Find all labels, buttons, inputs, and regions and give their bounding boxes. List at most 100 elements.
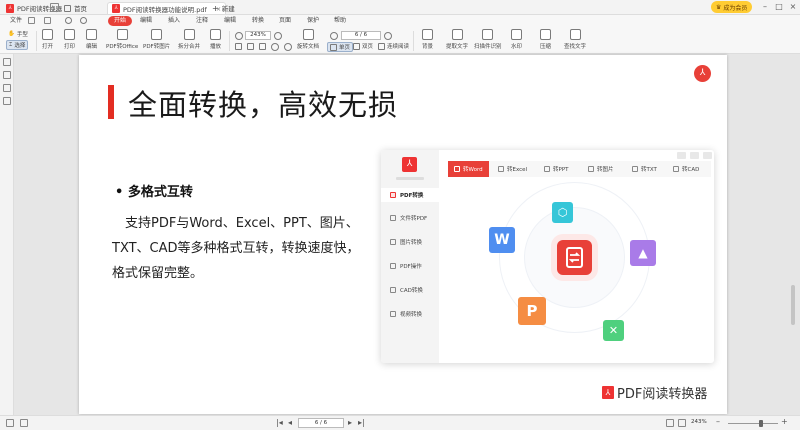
slide-title: 全面转换，高效无损 xyxy=(128,88,399,122)
page-field[interactable]: 6 / 6 xyxy=(341,31,381,40)
zoom-in-icon[interactable] xyxy=(274,32,282,40)
fit-page-icon[interactable] xyxy=(678,419,686,427)
menu-protect[interactable]: 保护 xyxy=(303,16,323,26)
zoom-out-icon[interactable]: – xyxy=(716,417,720,426)
minimize-icon[interactable]: – xyxy=(759,2,771,11)
menu-convert[interactable]: 转换 xyxy=(248,16,268,26)
rotate-right-icon[interactable] xyxy=(284,43,292,51)
tab-document-label: PDF阅读转换器功能说明.pdf xyxy=(123,5,207,14)
double-page-button[interactable]: 双页 xyxy=(353,42,373,50)
app-side-label: PDF操作 xyxy=(400,264,422,270)
menu-start[interactable]: 开始 xyxy=(108,16,133,26)
edit-label: 编辑 xyxy=(86,44,98,50)
maximize-icon[interactable]: □ xyxy=(773,2,785,11)
actual-size-icon[interactable] xyxy=(259,43,266,50)
pdf-to-office-button[interactable]: PDF转Office xyxy=(106,29,138,50)
app-side-item-cad: CAD转换 xyxy=(381,283,439,297)
play-button[interactable]: 播放 xyxy=(210,29,221,50)
thumbnails-icon[interactable] xyxy=(3,58,11,66)
scan-recognize-label: 扫描件识别 xyxy=(474,44,502,50)
zoom-out-icon[interactable] xyxy=(235,32,243,40)
word-icon: W xyxy=(489,227,515,253)
hand-tool[interactable]: ✋ 手型 xyxy=(8,30,28,38)
annotations-icon[interactable] xyxy=(3,84,11,92)
menu-page[interactable]: 页面 xyxy=(275,16,295,26)
vip-button[interactable]: ♛ 成为会员 xyxy=(711,1,753,13)
zoom-field[interactable]: 243% xyxy=(245,31,271,40)
search-panel-icon[interactable] xyxy=(3,97,11,105)
app-tab-label: 转CAD xyxy=(682,167,700,173)
edit-icon xyxy=(86,29,97,40)
single-page-button[interactable]: 单页 xyxy=(327,42,354,52)
zoom-slider[interactable] xyxy=(728,423,778,424)
app-side-label: 文件转PDF xyxy=(400,216,428,222)
vip-label: 成为会员 xyxy=(723,4,748,12)
app-side-label: PDF转换 xyxy=(400,193,424,199)
tools-icon xyxy=(390,263,396,269)
zoom-in-icon[interactable]: + xyxy=(781,417,788,426)
next-page-icon[interactable]: ▸ xyxy=(348,418,352,427)
print-icon[interactable] xyxy=(44,17,51,24)
page-indicator[interactable]: 6 / 6 xyxy=(298,418,344,428)
app-minimize-icon xyxy=(677,152,686,159)
rotate-left-icon[interactable] xyxy=(271,43,279,51)
app-preview-tabs: 转Word 转Excel 转PPT 转图片 转TXT 转CAD xyxy=(448,161,711,177)
app-side-item-file-to-pdf: 文件转PDF xyxy=(381,211,439,225)
menu-edit-2[interactable]: 编辑 xyxy=(220,16,240,26)
vertical-scrollbar[interactable] xyxy=(788,55,798,415)
menu-help[interactable]: 帮助 xyxy=(330,16,350,26)
continuous-button[interactable]: 连续阅读 xyxy=(378,42,409,50)
fit-width-icon[interactable] xyxy=(666,419,674,427)
tab-new[interactable]: + 新建 xyxy=(208,2,239,14)
scan-recognize-button[interactable]: 扫描件识别 xyxy=(474,29,502,50)
menu-annotate[interactable]: 注释 xyxy=(192,16,212,26)
background-label: 背景 xyxy=(422,44,434,50)
select-tool[interactable]: ⌶ 选择 xyxy=(6,40,29,50)
redo-icon[interactable] xyxy=(80,17,87,24)
save-icon[interactable] xyxy=(50,3,59,12)
fit-width-icon[interactable] xyxy=(247,43,254,50)
background-button[interactable]: 背景 xyxy=(422,29,433,50)
menu-insert[interactable]: 插入 xyxy=(164,16,184,26)
print-button[interactable]: 打印 xyxy=(64,29,75,50)
last-page-icon[interactable] xyxy=(384,32,392,40)
play-icon xyxy=(210,29,221,40)
zoom-slider-knob[interactable] xyxy=(759,420,763,427)
compress-button[interactable]: 压缩 xyxy=(540,29,551,50)
undo-icon[interactable] xyxy=(65,17,72,24)
bookmarks-icon[interactable] xyxy=(3,71,11,79)
image-icon xyxy=(588,166,594,172)
split-merge-button[interactable]: 拆分合并 xyxy=(178,29,200,50)
prev-page-icon[interactable]: ◂ xyxy=(288,418,292,427)
find-text-button[interactable]: 查找文字 xyxy=(564,29,586,50)
open-icon xyxy=(42,29,53,40)
compress-icon xyxy=(540,29,551,40)
search-icon xyxy=(569,29,581,40)
first-page-icon[interactable]: |◂ xyxy=(276,418,283,427)
double-page-icon xyxy=(353,42,360,50)
save-icon[interactable] xyxy=(28,17,35,24)
tab-home[interactable]: 首页 xyxy=(60,2,91,14)
cad-icon xyxy=(673,166,679,172)
compress-label: 压缩 xyxy=(540,44,552,50)
rotate-document-button[interactable]: 旋转文档 xyxy=(297,29,319,50)
pdf-to-image-button[interactable]: PDF转图片 xyxy=(143,29,170,50)
split-merge-icon xyxy=(183,29,195,40)
sidebar-toggle-icon[interactable] xyxy=(6,419,14,427)
close-window-icon[interactable]: × xyxy=(787,2,799,11)
menu-edit[interactable]: 编辑 xyxy=(136,16,156,26)
fit-page-icon[interactable] xyxy=(235,43,242,50)
page-layout-icon[interactable] xyxy=(20,419,28,427)
app-tab-label: 转图片 xyxy=(597,167,614,173)
app-side-item-image: 图片转换 xyxy=(381,235,439,249)
open-button[interactable]: 打开 xyxy=(42,29,53,50)
app-tab-label: 转TXT xyxy=(641,167,657,173)
watermark-button[interactable]: 水印 xyxy=(511,29,522,50)
extract-text-button[interactable]: 提取文字 xyxy=(446,29,468,50)
first-page-icon[interactable] xyxy=(330,32,338,40)
menu-file[interactable]: 文件 xyxy=(6,16,26,26)
last-page-icon[interactable]: ▸| xyxy=(358,418,365,427)
app-tab-cad: 转CAD xyxy=(673,161,699,177)
scroll-thumb[interactable] xyxy=(791,285,795,325)
edit-button[interactable]: 编辑 xyxy=(86,29,97,50)
